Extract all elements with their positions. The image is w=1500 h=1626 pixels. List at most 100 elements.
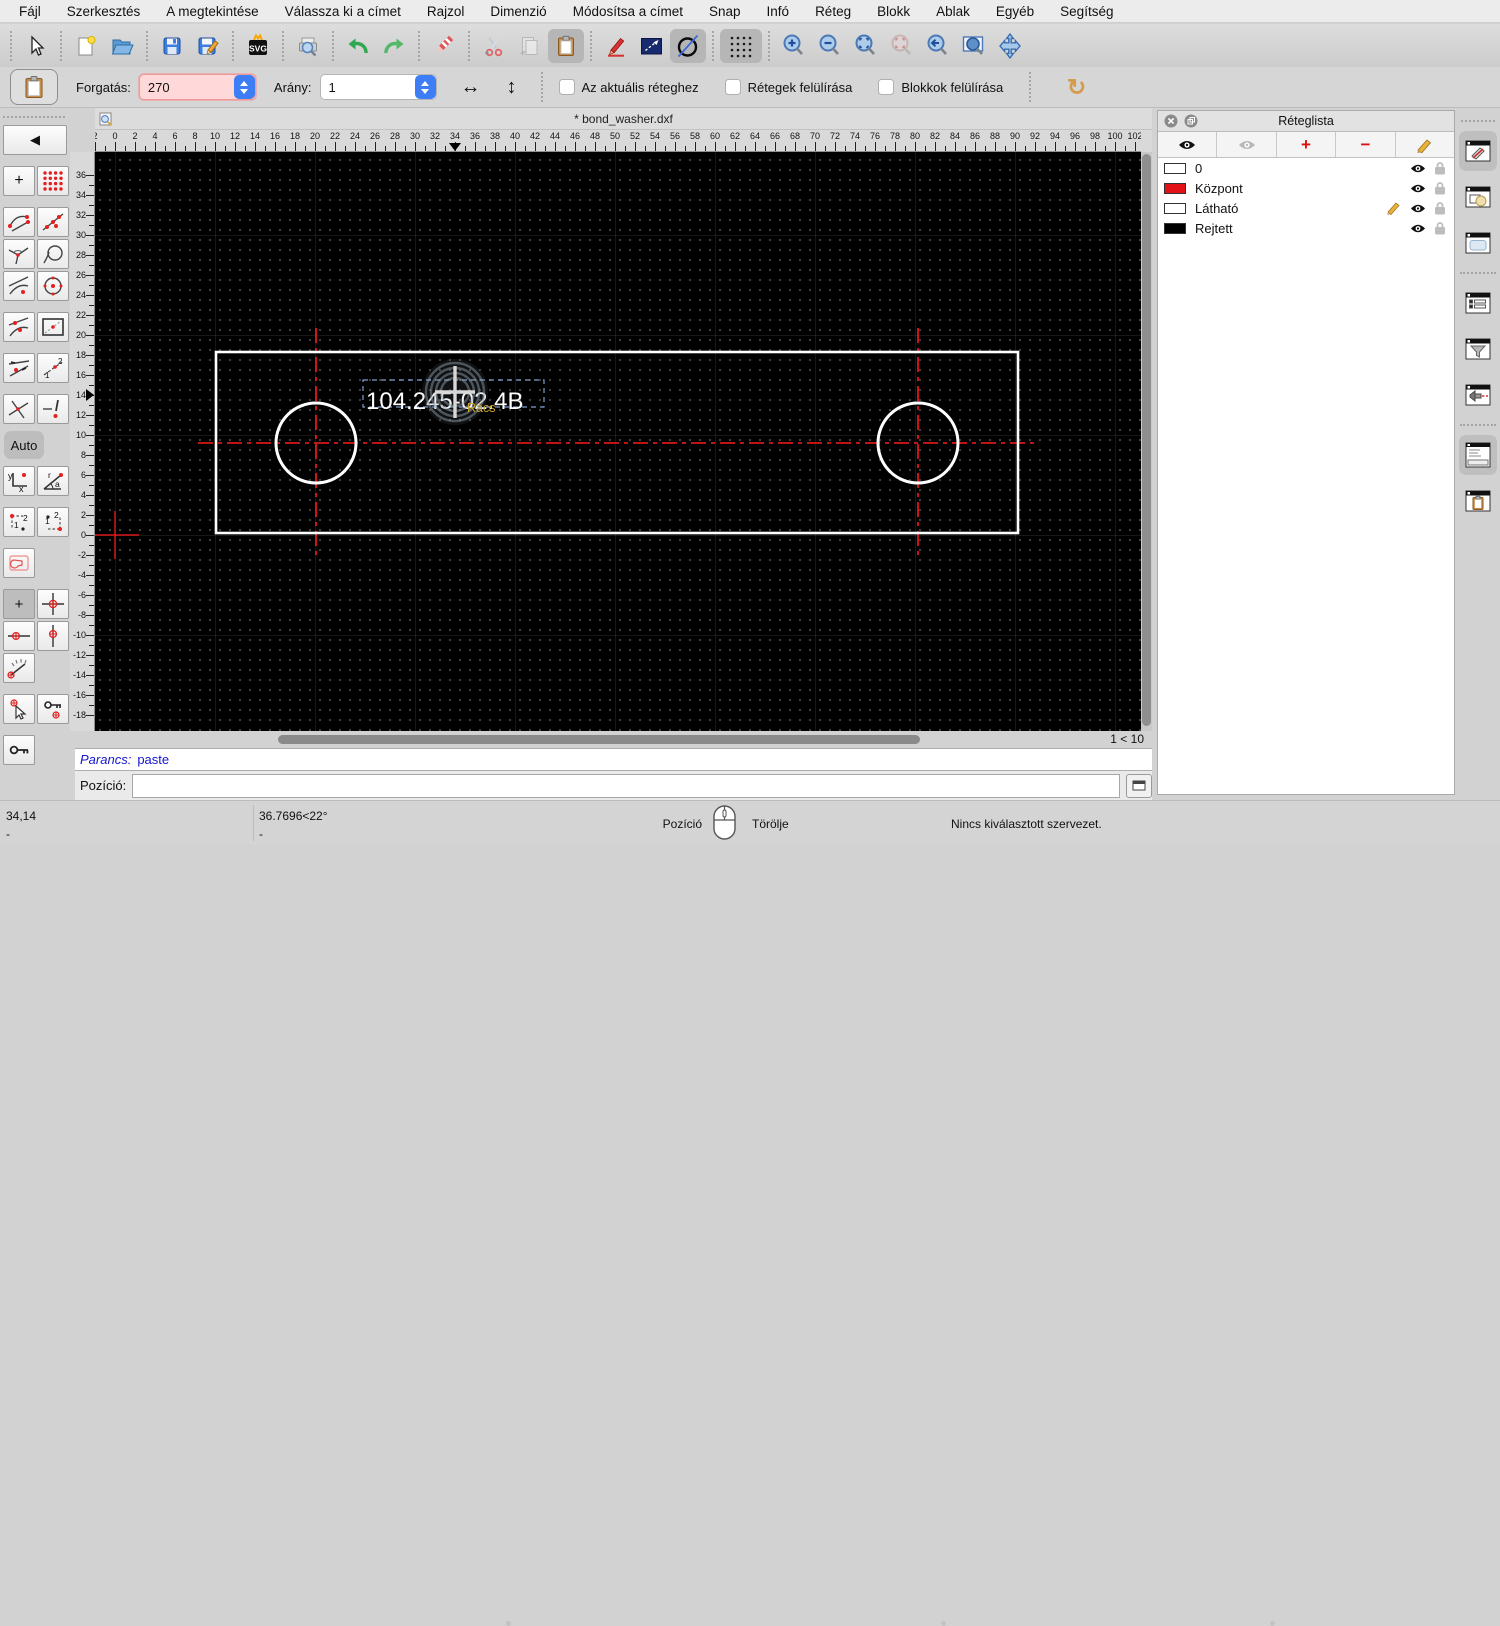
restrict-horizontal-button[interactable]: [3, 621, 35, 651]
snap-manual-intersection-button[interactable]: [3, 394, 35, 424]
block-list-window-button[interactable]: [1459, 177, 1497, 217]
paste-button[interactable]: [548, 29, 584, 63]
command-input[interactable]: [132, 774, 1120, 798]
menu-item-9[interactable]: Infó: [754, 4, 803, 19]
snap-middle-button[interactable]: [3, 312, 35, 342]
redo-button[interactable]: [376, 29, 412, 63]
snap-endpoints-button[interactable]: [3, 207, 35, 237]
select-pointer-button[interactable]: [18, 29, 54, 63]
coordinate-cartesian-button[interactable]: yx: [3, 466, 35, 496]
zoom-window-button[interactable]: [956, 29, 992, 63]
pan-button[interactable]: [992, 29, 1028, 63]
filter-window-button[interactable]: [1459, 329, 1497, 369]
layer-lock-icon[interactable]: [1434, 181, 1446, 195]
menu-item-8[interactable]: Snap: [696, 4, 754, 19]
menu-item-5[interactable]: Rajzol: [414, 4, 478, 19]
menu-item-1[interactable]: Fájl: [6, 4, 54, 19]
restrict-nothing-button[interactable]: +: [3, 589, 35, 619]
layer-visible-icon[interactable]: [1409, 182, 1427, 195]
override-blocks-checkbox[interactable]: Blokkok felülírása: [878, 79, 1003, 95]
add-layer-button[interactable]: +: [1277, 132, 1336, 157]
current-operation-button[interactable]: [10, 69, 58, 105]
menu-item-12[interactable]: Ablak: [923, 4, 983, 19]
layer-list-window-button[interactable]: [1459, 131, 1497, 171]
menu-item-2[interactable]: Szerkesztés: [54, 4, 154, 19]
snap-perpendicular-button[interactable]: [3, 239, 35, 269]
back-button[interactable]: ◀: [3, 125, 67, 155]
canvas-vertical-scrollbar[interactable]: [1141, 152, 1152, 731]
show-all-layers-button[interactable]: [1158, 132, 1217, 157]
select-window-button[interactable]: [634, 29, 670, 63]
corner-point-a-button[interactable]: 12: [3, 507, 35, 537]
menu-item-14[interactable]: Segítség: [1047, 4, 1126, 19]
scrollbar-thumb[interactable]: [1142, 154, 1151, 726]
menu-item-10[interactable]: Réteg: [802, 4, 864, 19]
scrollbar-thumb[interactable]: [278, 735, 920, 744]
float-panel-icon[interactable]: [1184, 114, 1198, 128]
erase-button[interactable]: [426, 29, 462, 63]
layer-visible-icon[interactable]: [1409, 202, 1427, 215]
scale-value[interactable]: 1: [321, 80, 415, 95]
corner-point-b-button[interactable]: 12: [37, 507, 69, 537]
export-svg-button[interactable]: SVG: [240, 29, 276, 63]
lock-relative-zero-button[interactable]: [37, 694, 69, 724]
flip-vertical-button[interactable]: ↕: [507, 77, 517, 97]
layer-row-Rejtett[interactable]: Rejtett: [1158, 218, 1454, 238]
zoom-in-button[interactable]: [776, 29, 812, 63]
save-as-button[interactable]: [190, 29, 226, 63]
snap-intersection-button[interactable]: [3, 353, 35, 383]
rotation-spinbox[interactable]: 270: [139, 74, 256, 100]
layer-visible-icon[interactable]: [1409, 162, 1427, 175]
angle-gauge-button[interactable]: [3, 653, 35, 683]
zoom-previous-button[interactable]: [920, 29, 956, 63]
snap-point-button[interactable]: [37, 394, 69, 424]
new-document-button[interactable]: [68, 29, 104, 63]
grid-toggle-button[interactable]: [720, 29, 762, 63]
override-layers-checkbox[interactable]: Rétegek felülírása: [725, 79, 853, 95]
remove-layer-button[interactable]: −: [1336, 132, 1395, 157]
menu-item-6[interactable]: Dimenzió: [477, 4, 559, 19]
snap-tangent-button[interactable]: [3, 271, 35, 301]
snap-auto-button[interactable]: Auto: [4, 431, 44, 459]
layer-lock-icon[interactable]: [1434, 221, 1446, 235]
canvas-horizontal-scrollbar[interactable]: 1 < 10: [95, 731, 1152, 748]
menu-item-3[interactable]: A megtekintése: [153, 4, 271, 19]
restrict-vertical-button[interactable]: [37, 621, 69, 651]
menu-item-13[interactable]: Egyéb: [983, 4, 1047, 19]
scale-spinbox[interactable]: 1: [320, 74, 437, 100]
layer-lock-icon[interactable]: [1434, 201, 1446, 215]
open-file-button[interactable]: [104, 29, 140, 63]
layer-row-Központ[interactable]: Központ: [1158, 178, 1454, 198]
dock-handle[interactable]: [1461, 120, 1495, 122]
undo-operation-button[interactable]: ↺: [1067, 74, 1086, 101]
undo-button[interactable]: [340, 29, 376, 63]
zoom-out-button[interactable]: [812, 29, 848, 63]
menu-item-4[interactable]: Válassza ki a címet: [272, 4, 414, 19]
rotation-stepper[interactable]: [234, 75, 255, 99]
layer-row-0[interactable]: 0: [1158, 158, 1454, 178]
console-window-button[interactable]: [1459, 375, 1497, 415]
rotation-value[interactable]: 270: [140, 80, 234, 95]
snap-entity-point-button[interactable]: [37, 239, 69, 269]
zoom-auto-button[interactable]: [848, 29, 884, 63]
command-options-button[interactable]: [1126, 774, 1152, 798]
restrict-shape-button[interactable]: [3, 548, 35, 578]
snap-select-button[interactable]: [3, 694, 35, 724]
draw-circle-tool-button[interactable]: [670, 29, 706, 63]
library-browser-window-button[interactable]: [1459, 223, 1497, 263]
print-preview-button[interactable]: [290, 29, 326, 63]
scale-stepper[interactable]: [415, 75, 436, 99]
snap-center-button[interactable]: [37, 271, 69, 301]
menu-item-11[interactable]: Blokk: [864, 4, 923, 19]
snap-distance-button[interactable]: 12: [37, 353, 69, 383]
layer-lock-icon[interactable]: [1434, 161, 1446, 175]
layer-row-Látható[interactable]: Látható: [1158, 198, 1454, 218]
menu-item-7[interactable]: Módosítsa a címet: [560, 4, 696, 19]
dock-handle[interactable]: [3, 112, 65, 118]
drawing-canvas[interactable]: 104.245-02.4BRács: [95, 152, 1141, 731]
flip-horizontal-button[interactable]: ↔: [461, 77, 481, 97]
relative-zero-button[interactable]: [3, 735, 35, 765]
snap-on-entity-button[interactable]: [37, 207, 69, 237]
copy-button[interactable]: [512, 29, 548, 63]
entity-list-window-button[interactable]: [1459, 283, 1497, 323]
